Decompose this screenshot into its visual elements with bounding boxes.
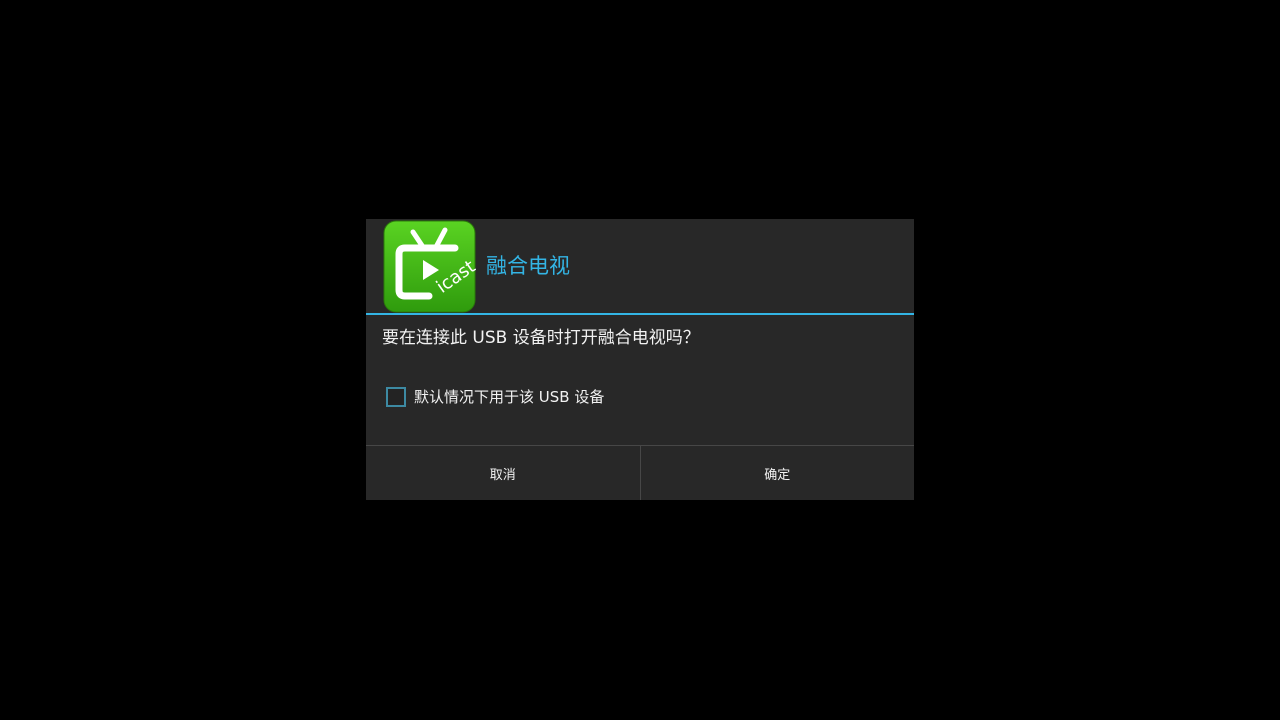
ok-button[interactable]: 确定 xyxy=(641,446,915,500)
checkbox-label: 默认情况下用于该 USB 设备 xyxy=(414,388,605,406)
icast-tv-icon: icast xyxy=(383,220,476,313)
dialog-button-bar: 取消 确定 xyxy=(366,445,914,500)
dialog-title-bar: icast 融合电视 xyxy=(366,219,914,315)
usb-permission-dialog: icast 融合电视 要在连接此 USB 设备时打开融合电视吗？ 默认情况下用于… xyxy=(366,219,914,500)
default-usb-checkbox-row[interactable]: 默认情况下用于该 USB 设备 xyxy=(386,385,604,409)
cancel-button[interactable]: 取消 xyxy=(366,446,640,500)
dialog-message: 要在连接此 USB 设备时打开融合电视吗？ xyxy=(382,328,700,348)
dialog-title: 融合电视 xyxy=(486,254,570,278)
default-usb-checkbox[interactable] xyxy=(386,387,406,407)
